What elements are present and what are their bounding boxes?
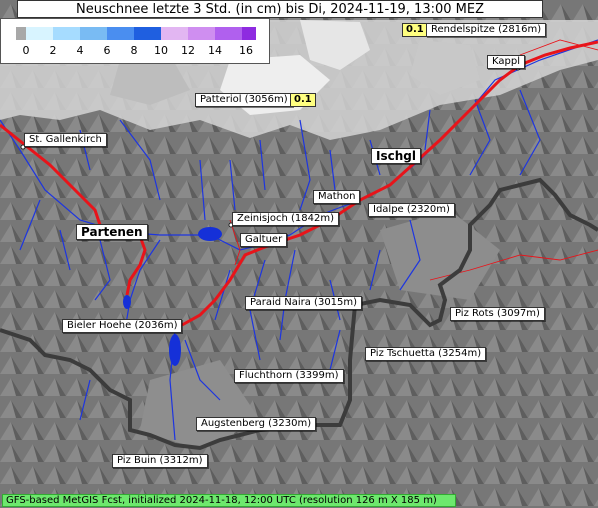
label-fluchthorn: Fluchthorn (3399m) <box>234 369 344 383</box>
label-paraid-naira: Paraid Naira (3015m) <box>245 296 363 310</box>
legend-tick: 12 <box>181 44 195 57</box>
legend-tick: 6 <box>103 44 111 57</box>
label-galtuer: Galtuer <box>240 233 288 247</box>
legend-swatch <box>53 27 80 40</box>
label-piz-tschuetta: Piz Tschuetta (3254m) <box>365 347 487 361</box>
forecast-footer: GFS-based MetGIS Fcst, initialized 2024-… <box>2 494 456 507</box>
label-kappl: Kappl <box>487 55 525 69</box>
label-augstenberg: Augstenberg (3230m) <box>196 417 317 431</box>
legend-swatch <box>107 27 134 40</box>
lake-kops <box>198 227 222 241</box>
legend-swatch <box>161 27 188 40</box>
label-idalpe: Idalpe (2320m) <box>368 203 455 217</box>
value-patteriol: 0.1 <box>290 93 316 107</box>
label-mathon: Mathon <box>313 190 361 204</box>
legend-swatch <box>134 27 161 40</box>
label-partenen: Partenen <box>76 224 148 240</box>
lake-vermunt <box>123 295 131 309</box>
legend-tick: 14 <box>208 44 222 57</box>
legend-swatch <box>80 27 107 40</box>
legend-tick: 0 <box>22 44 30 57</box>
legend-tick: 2 <box>49 44 57 57</box>
label-piz-rots: Piz Rots (3097m) <box>450 307 545 321</box>
legend-swatch <box>26 27 53 40</box>
terrain-map <box>0 0 598 508</box>
value-rendelspitze: 0.1 <box>402 23 428 37</box>
label-st-gallenkirch: St. Gallenkirch <box>24 133 107 147</box>
label-ischgl: Ischgl <box>371 148 421 164</box>
label-rendelspitze: Rendelspitze (2816m) <box>426 23 547 37</box>
legend-tick: 8 <box>130 44 138 57</box>
legend-tick: 10 <box>154 44 168 57</box>
legend-swatch <box>188 27 215 40</box>
label-bieler-hoehe: Bieler Hoehe (2036m) <box>62 319 183 333</box>
legend-swatch <box>242 27 256 40</box>
legend-swatch <box>215 27 242 40</box>
label-patteriol: Patteriol (3056m) <box>195 93 293 107</box>
legend-tick: 4 <box>76 44 84 57</box>
map-title: Neuschnee letzte 3 Std. (in cm) bis Di, … <box>17 0 543 18</box>
label-piz-buin: Piz Buin (3312m) <box>112 454 208 468</box>
legend: 0 2 4 6 8 10 12 14 16 <box>0 18 270 64</box>
lake-silvretta <box>169 334 181 366</box>
label-zeinisjoch: Zeinisjoch (1842m) <box>232 212 340 226</box>
legend-swatch <box>16 27 26 40</box>
legend-tick: 16 <box>239 44 253 57</box>
